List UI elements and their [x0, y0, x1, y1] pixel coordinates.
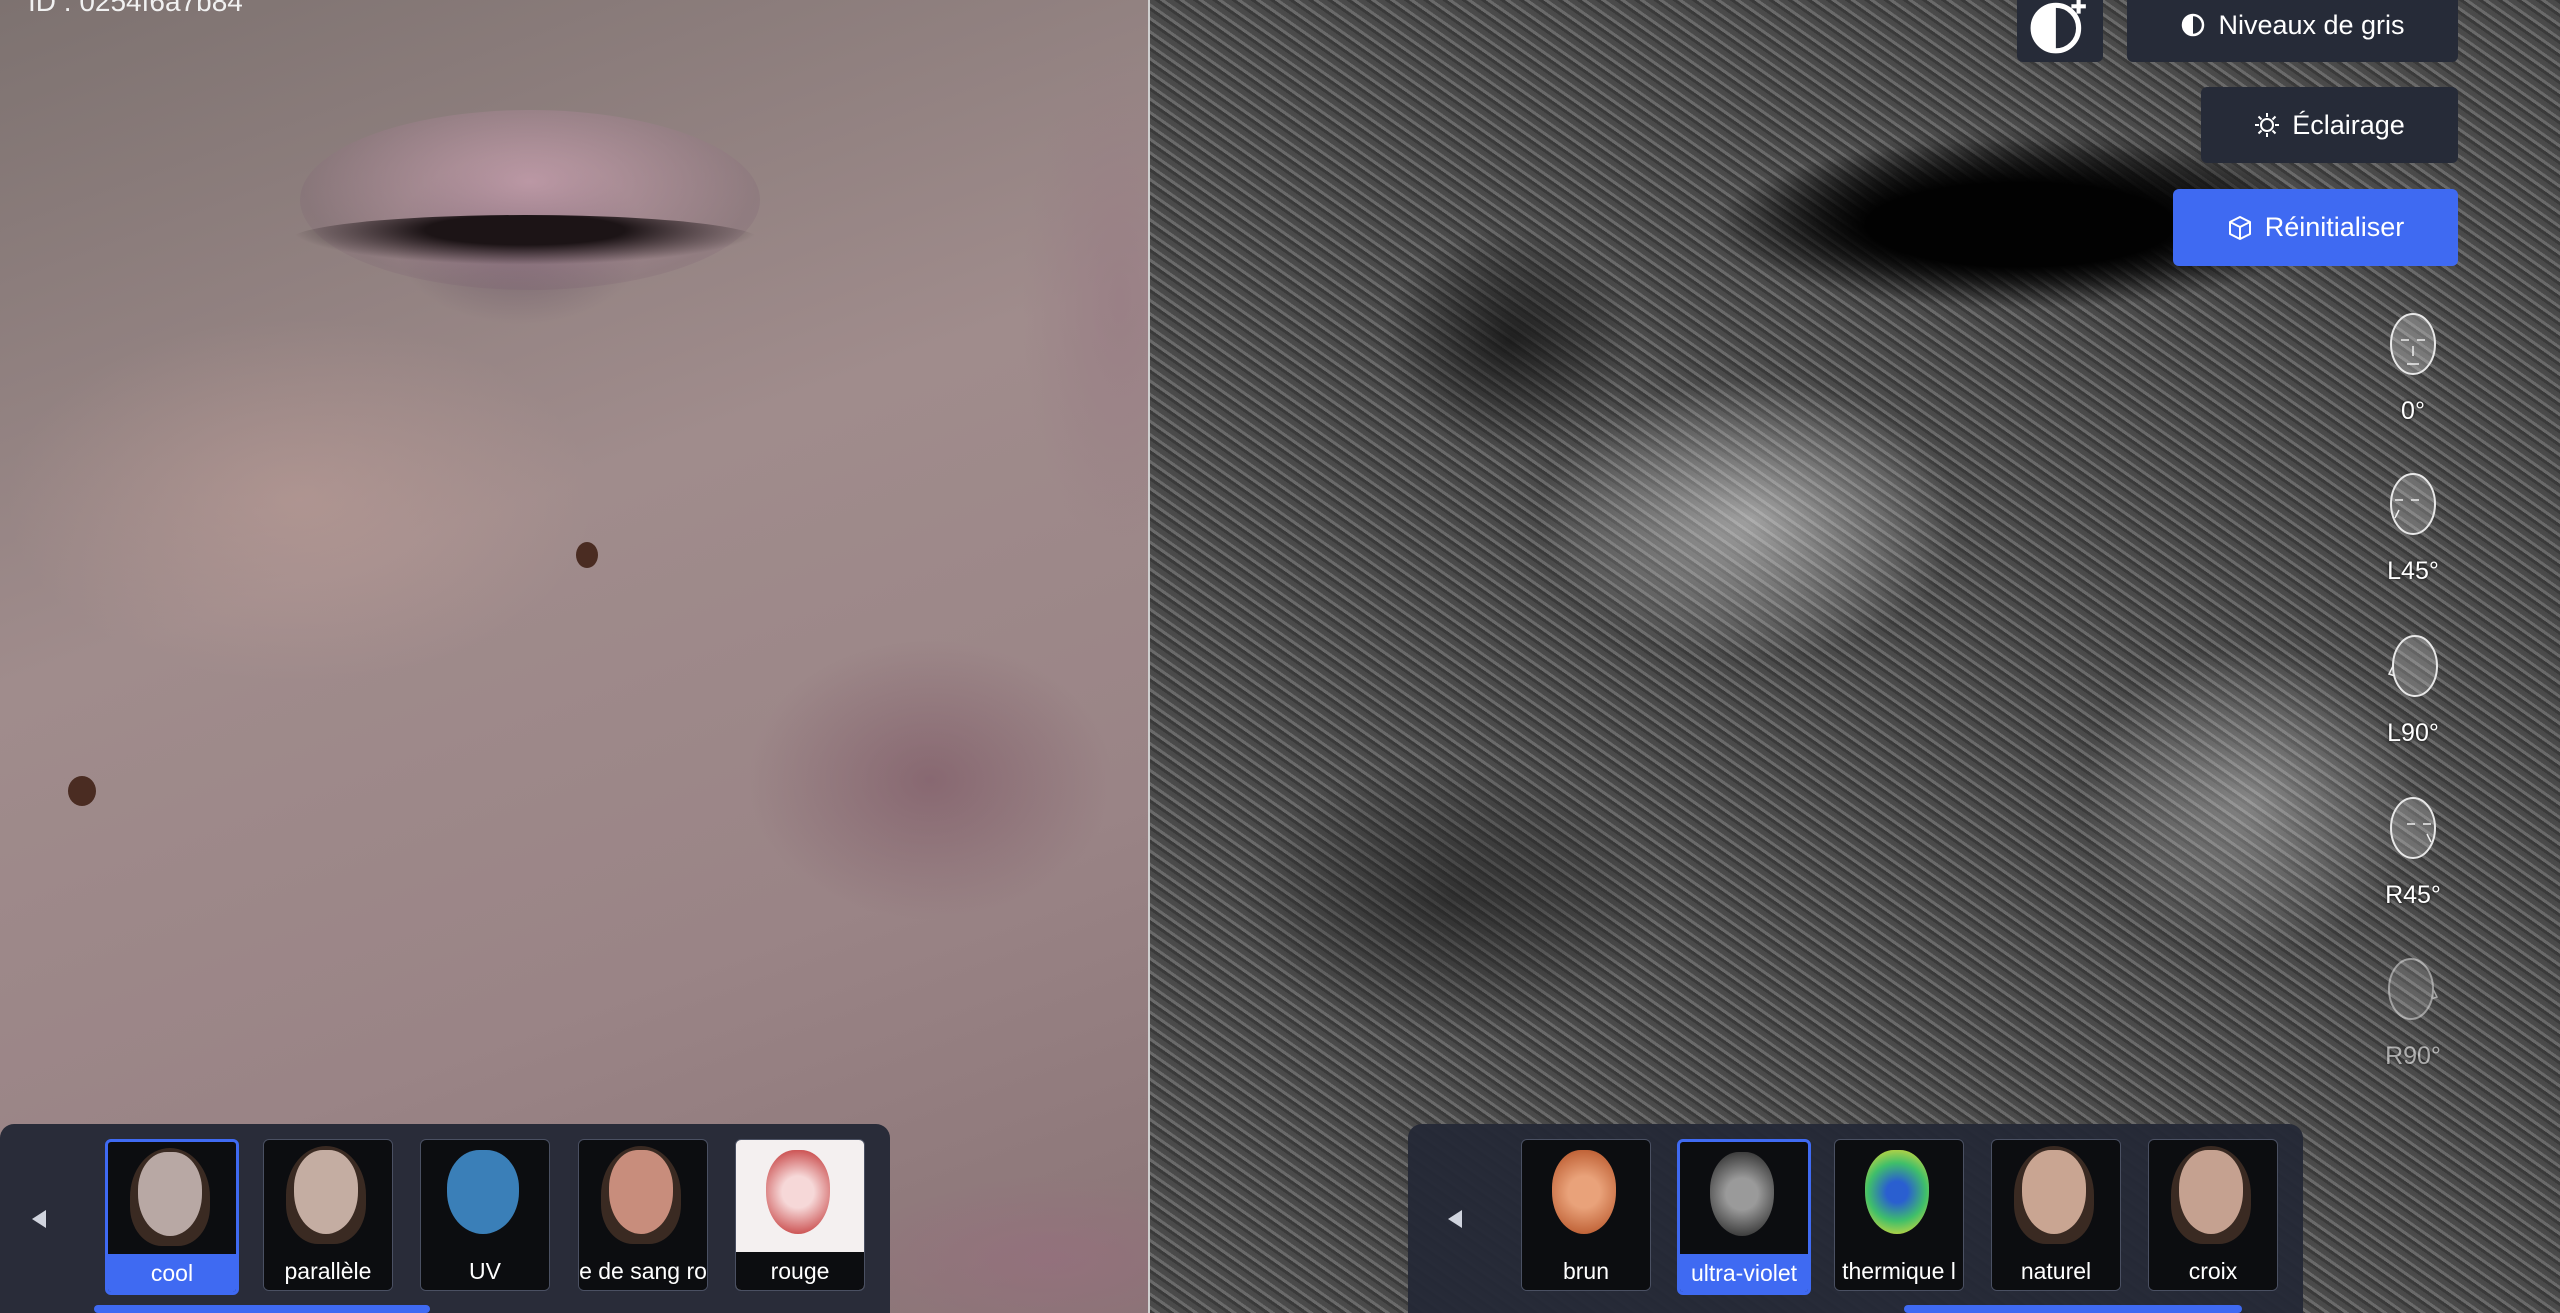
patient-id: ID : 0254f6a7b84 [28, 0, 243, 17]
mole-2 [68, 776, 96, 806]
filter-label: rouge [736, 1252, 864, 1290]
cube-icon [2228, 215, 2251, 240]
left-strip-scrollbar[interactable] [94, 1305, 430, 1313]
filter-thumb-croix[interactable]: croix [2148, 1139, 2278, 1291]
face-thumbnail [766, 1150, 830, 1234]
filter-thumb-naturel[interactable]: naturel [1991, 1139, 2121, 1291]
filter-thumb-cool[interactable]: cool [105, 1139, 239, 1295]
angle-label: R90° [2385, 1042, 2441, 1070]
contrast-icon [2182, 13, 2205, 37]
filter-thumb-parallele[interactable]: parallèle [263, 1139, 393, 1291]
angle-label: 0° [2401, 397, 2425, 425]
face-left90-icon [2387, 635, 2438, 697]
filter-thumb-sang-rouge[interactable]: e de sang ro [578, 1139, 708, 1291]
face-thumbnail [138, 1152, 202, 1236]
filter-thumb-brun[interactable]: brun [1521, 1139, 1651, 1291]
left-strip-prev-icon[interactable] [32, 1210, 46, 1228]
angle-label: L45° [2387, 557, 2439, 585]
face-left45-icon [2390, 473, 2436, 535]
angle-l45[interactable]: L45° [2368, 470, 2458, 586]
angle-label: R45° [2385, 881, 2441, 909]
contrast-add-button[interactable] [2017, 0, 2103, 62]
face-thumbnail [447, 1150, 519, 1234]
left-skin-image[interactable]: ID : 0254f6a7b84 [0, 0, 1150, 1313]
mole-1 [576, 542, 598, 568]
filter-label: e de sang ro [579, 1252, 707, 1290]
angle-label: L90° [2387, 719, 2439, 747]
filter-thumb-ultra-violet[interactable]: ultra-violet [1677, 1139, 1811, 1295]
angle-0[interactable]: 0° [2368, 310, 2458, 426]
sun-icon [2255, 113, 2280, 137]
filter-label: parallèle [264, 1252, 392, 1290]
filter-label: ultra-violet [1680, 1254, 1808, 1292]
grayscale-label: Niveaux de gris [2218, 9, 2405, 40]
filter-label: thermique l [1835, 1252, 1963, 1290]
face-front-icon [2390, 313, 2436, 375]
face-thumbnail [1710, 1152, 1774, 1236]
reset-button[interactable]: Réinitialiser [2173, 189, 2458, 266]
face-thumbnail [1552, 1150, 1616, 1234]
filter-thumb-uv[interactable]: UV [420, 1139, 550, 1291]
contrast-plus-icon [2030, 0, 2086, 54]
filter-label: cool [108, 1254, 236, 1292]
face-right45-icon [2390, 797, 2436, 859]
filter-thumb-thermique[interactable]: thermique l [1834, 1139, 1964, 1291]
face-thumbnail [2179, 1150, 2243, 1234]
face-thumbnail [609, 1150, 673, 1234]
face-thumbnail [2022, 1150, 2086, 1234]
lighting-button[interactable]: Éclairage [2201, 87, 2458, 163]
angle-l90[interactable]: L90° [2368, 632, 2458, 748]
filter-label: UV [421, 1252, 549, 1290]
filter-thumb-rouge[interactable]: rouge [735, 1139, 865, 1291]
grayscale-button[interactable]: Niveaux de gris [2127, 0, 2458, 62]
filter-label: brun [1522, 1252, 1650, 1290]
face-thumbnail [294, 1150, 358, 1234]
angle-r45[interactable]: R45° [2368, 794, 2458, 910]
lighting-label: Éclairage [2292, 109, 2405, 140]
angle-r90[interactable]: R90° [2368, 955, 2458, 1071]
left-eyelashes [290, 215, 760, 265]
right-strip-prev-icon[interactable] [1448, 1210, 1462, 1228]
face-thumbnail [1865, 1150, 1929, 1234]
reset-label: Réinitialiser [2264, 212, 2405, 242]
face-right90-icon [2388, 958, 2439, 1020]
right-strip-scrollbar[interactable] [1904, 1305, 2242, 1313]
filter-label: croix [2149, 1252, 2277, 1290]
filter-label: naturel [1992, 1252, 2120, 1290]
